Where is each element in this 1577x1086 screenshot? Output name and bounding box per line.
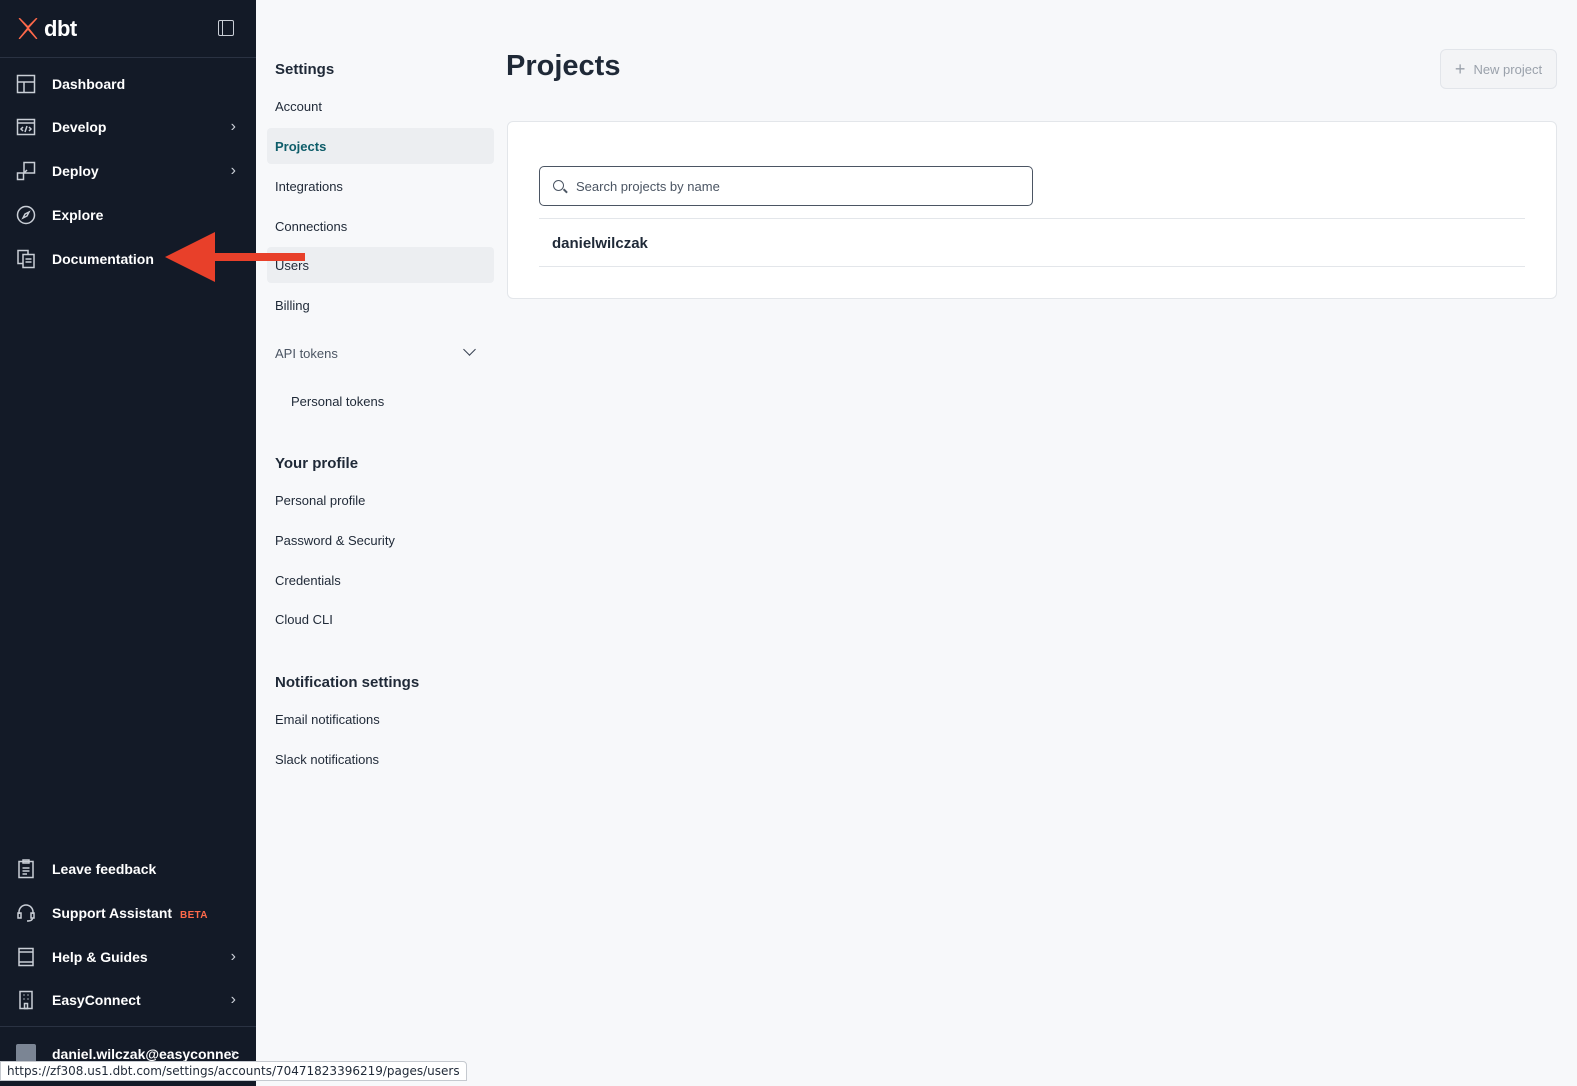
link-status-bar: https://zf308.us1.dbt.com/settings/accou… [0, 1061, 467, 1081]
nav-item-leave-feedback[interactable]: Leave feedback [0, 849, 256, 889]
nav-item-label: Leave feedback [52, 861, 157, 877]
search-input[interactable] [576, 175, 1016, 197]
building-icon [19, 990, 33, 1010]
settings-item-credentials[interactable]: Credentials [267, 562, 494, 598]
code-icon [16, 118, 36, 136]
nav-item-label: Deploy [52, 163, 99, 179]
dbt-logo-icon [18, 18, 38, 39]
nav-item-label: Documentation [52, 251, 154, 267]
row-divider [539, 266, 1525, 267]
settings-item-api-tokens[interactable]: API tokens [267, 335, 494, 371]
settings-item-personal-tokens[interactable]: Personal tokens [267, 383, 494, 419]
api-tokens-label: API tokens [275, 345, 338, 361]
nav-header: dbt [0, 0, 256, 58]
settings-item-email-notifications[interactable]: Email notifications [267, 701, 494, 737]
settings-item-projects[interactable]: Projects [267, 128, 494, 164]
nav-item-help-guides[interactable]: Help & Guides › [0, 937, 256, 977]
settings-item-slack-notifications[interactable]: Slack notifications [267, 741, 494, 777]
chevron-right-icon: › [230, 118, 236, 135]
deploy-icon [16, 161, 36, 181]
nav-item-label: Support Assistant BETA [52, 905, 208, 921]
collapse-sidebar-icon[interactable] [218, 20, 234, 36]
search-icon [553, 180, 564, 191]
chevron-right-icon: › [230, 948, 236, 965]
settings-item-cloud-cli[interactable]: Cloud CLI [267, 601, 494, 637]
nav-item-dashboard[interactable]: Dashboard [0, 64, 256, 104]
new-project-button[interactable]: + New project [1440, 49, 1557, 89]
settings-item-personal-profile[interactable]: Personal profile [267, 482, 494, 518]
nav-item-deploy[interactable]: Deploy › [0, 151, 256, 191]
settings-item-integrations[interactable]: Integrations [267, 168, 494, 204]
settings-item-billing[interactable]: Billing [267, 287, 494, 323]
nav-item-label: Help & Guides [52, 949, 148, 965]
new-project-label: New project [1473, 61, 1543, 77]
dashboard-icon [16, 74, 36, 94]
notification-section-title: Notification settings [275, 674, 420, 691]
chevron-right-icon: › [230, 991, 236, 1008]
nav-item-explore[interactable]: Explore [0, 195, 256, 235]
profile-section-title: Your profile [275, 455, 359, 472]
beta-badge: BETA [180, 910, 208, 921]
nav-item-label: Dashboard [52, 76, 126, 92]
page-title: Projects [506, 50, 621, 82]
project-row[interactable]: danielwilczak [539, 219, 1525, 267]
projects-card: danielwilczak [507, 121, 1557, 299]
headset-icon [17, 904, 35, 922]
dbt-logo[interactable]: dbt [16, 16, 77, 42]
support-assistant-label: Support Assistant [52, 905, 173, 921]
plus-icon: + [1454, 58, 1466, 79]
nav-item-account[interactable]: EasyConnect › [0, 980, 256, 1020]
nav-item-label: Develop [52, 119, 107, 135]
user-email: daniel.wilczak@easyconnec [52, 1046, 240, 1062]
chevron-down-icon [463, 343, 476, 356]
documents-icon [17, 249, 35, 269]
settings-item-account[interactable]: Account [267, 88, 494, 124]
compass-icon [16, 205, 36, 225]
settings-menu: Settings Account Projects Integrations C… [256, 0, 504, 1086]
nav-divider [0, 1026, 256, 1027]
annotation-arrow-icon [165, 232, 305, 282]
search-field[interactable] [539, 166, 1033, 206]
clipboard-icon [18, 859, 34, 879]
settings-item-password-security[interactable]: Password & Security [267, 522, 494, 558]
book-icon [18, 947, 34, 967]
nav-item-label: EasyConnect [52, 992, 141, 1008]
logo-text: dbt [44, 16, 77, 41]
nav-item-support-assistant[interactable]: Support Assistant BETA [0, 893, 256, 933]
settings-title: Settings [275, 61, 335, 78]
left-nav: dbt Dashboard Develop › Deploy › Explore… [0, 0, 256, 1086]
nav-item-label: Explore [52, 207, 104, 223]
nav-item-develop[interactable]: Develop › [0, 107, 256, 147]
chevron-right-icon: › [230, 162, 236, 179]
